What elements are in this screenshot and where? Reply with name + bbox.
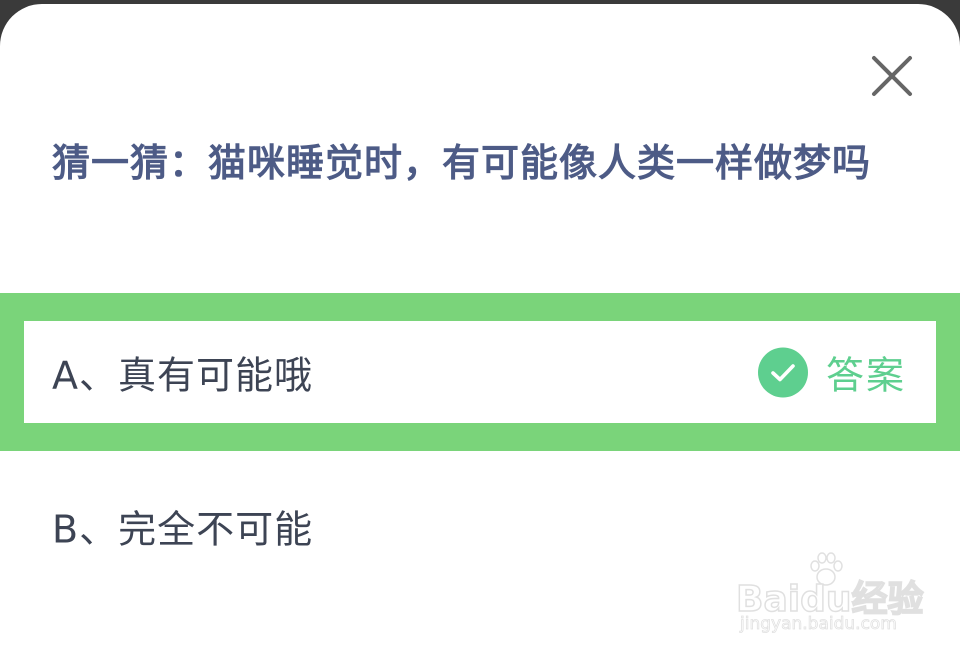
- check-circle-icon: [757, 347, 808, 397]
- close-button[interactable]: [868, 52, 916, 100]
- option-a-card: A、真有可能哦 答案: [24, 321, 936, 423]
- answer-label: 答案: [825, 353, 906, 398]
- option-a[interactable]: A、真有可能哦 答案: [0, 293, 960, 451]
- close-icon: [872, 56, 912, 96]
- option-a-label: A、真有可能哦: [52, 353, 313, 398]
- quiz-sheet: 猜一猜：猫咪睡觉时，有可能像人类一样做梦吗 A、真有可能哦 答案 B、完全不可能…: [0, 4, 960, 652]
- option-b-label: B、完全不可能: [52, 507, 314, 552]
- baidu-jingyan-watermark: Baidu经验 jingyan.baidu.com: [735, 550, 924, 640]
- question-text: 猜一猜：猫咪睡觉时，有可能像人类一样做梦吗: [52, 141, 872, 185]
- answer-mark: 答案: [757, 345, 906, 400]
- watermark-url: jingyan.baidu.com: [740, 614, 898, 635]
